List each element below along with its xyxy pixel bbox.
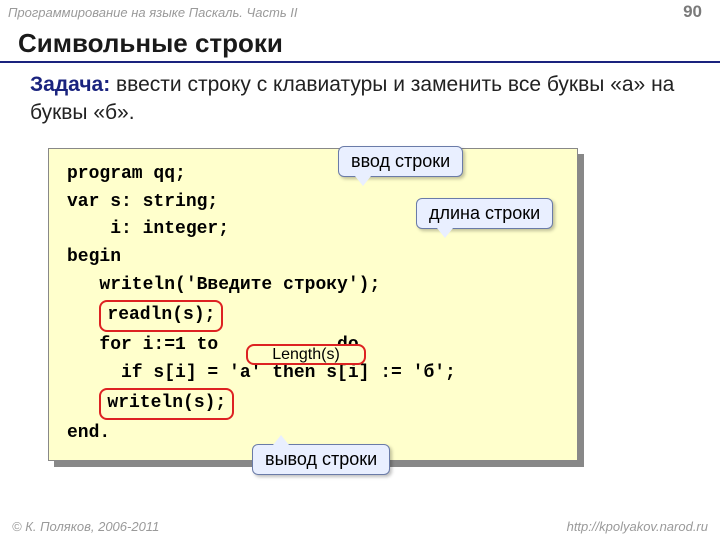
code-line: if s[i] = 'а' then s[i] := 'б'; xyxy=(67,363,456,383)
page-number: 90 xyxy=(683,2,702,22)
callout-input: ввод строки xyxy=(338,146,463,177)
footer: © К. Поляков, 2006-2011 http://kpolyakov… xyxy=(0,519,720,534)
code-line: program qq; xyxy=(67,164,186,184)
code-line xyxy=(67,393,99,413)
course-label: Программирование на языке Паскаль. Часть… xyxy=(8,5,298,20)
task-text: Задача: ввести строку с клавиатуры и зам… xyxy=(0,71,720,138)
code-content: program qq; var s: string; i: integer; b… xyxy=(48,148,578,461)
code-line: writeln('Введите строку'); xyxy=(67,275,380,295)
code-line: end. xyxy=(67,423,110,443)
task-label: Задача: xyxy=(30,73,110,96)
callout-length: длина строки xyxy=(416,198,553,229)
header-bar: Программирование на языке Паскаль. Часть… xyxy=(0,0,720,24)
code-line: var s: string; xyxy=(67,192,218,212)
code-line: begin xyxy=(67,247,121,267)
code-line: i: integer; xyxy=(67,219,229,239)
code-line: for i:=1 to xyxy=(67,335,229,355)
highlight-readln: readln(s); xyxy=(99,300,223,332)
callout-output: вывод строки xyxy=(252,444,390,475)
code-line xyxy=(67,305,99,325)
task-body: ввести строку с клавиатуры и заменить вс… xyxy=(30,73,674,124)
highlight-length: Length(s) xyxy=(246,344,366,366)
code-block: program qq; var s: string; i: integer; b… xyxy=(48,148,578,461)
url: http://kpolyakov.narod.ru xyxy=(567,519,708,534)
highlight-writeln: writeln(s); xyxy=(99,388,234,420)
page-title: Символьные строки xyxy=(0,24,720,63)
copyright: © К. Поляков, 2006-2011 xyxy=(12,519,159,534)
